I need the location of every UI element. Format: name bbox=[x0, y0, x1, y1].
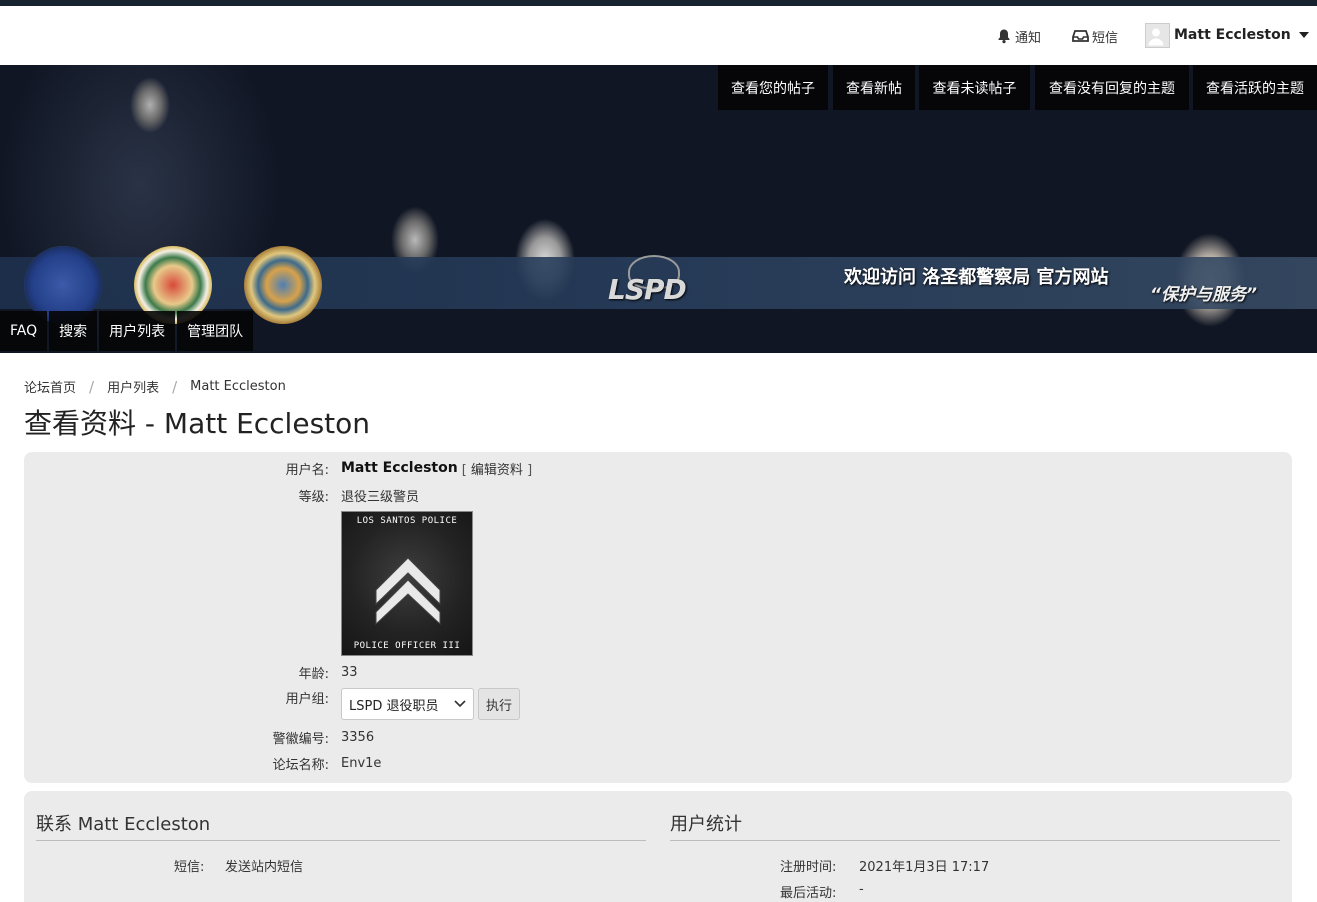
profile-username: Matt Eccleston bbox=[341, 460, 458, 476]
joined-value: 2021年1月3日 17:17 bbox=[859, 860, 990, 875]
row-rank: 等级: 退役三级警员 bbox=[24, 485, 1292, 505]
nav-new-posts[interactable]: 查看新帖 bbox=[833, 65, 915, 110]
pm-label: 短信: bbox=[174, 860, 205, 875]
stats-title: 用户统计 bbox=[670, 814, 742, 835]
stats-divider bbox=[670, 840, 1280, 841]
breadcrumb: 论坛首页 / 用户列表 / Matt Eccleston bbox=[24, 377, 286, 397]
group-select-value: LSPD 退役职员 bbox=[349, 698, 439, 714]
nav-unread-posts[interactable]: 查看未读帖子 bbox=[919, 65, 1030, 110]
forum-name-label: 论坛名称: bbox=[272, 757, 329, 773]
rank-image-bottom-text: POLICE OFFICER III bbox=[353, 641, 461, 651]
breadcrumb-separator: / bbox=[172, 377, 178, 396]
breadcrumb-current[interactable]: Matt Eccleston bbox=[190, 379, 286, 394]
lspd-logo: LSPD bbox=[608, 273, 687, 306]
chevron-down-icon bbox=[454, 700, 466, 708]
rank-value: 退役三级警员 bbox=[341, 489, 420, 505]
execute-button[interactable]: 执行 bbox=[478, 688, 521, 720]
bell-icon bbox=[998, 29, 1010, 44]
avatar bbox=[1145, 22, 1170, 48]
username-label: 用户名: bbox=[285, 462, 329, 478]
edit-profile-wrapper: [ 编辑资料 ] bbox=[462, 459, 532, 478]
age-label: 年龄: bbox=[298, 666, 329, 682]
row-forum-name: 论坛名称: Env1e bbox=[24, 753, 1292, 773]
state-seal-logo bbox=[244, 246, 322, 324]
site-banner: LSPD 欢迎访问 洛圣都警察局 官方网站 “保护与服务” 查看您的帖子 查看新… bbox=[0, 65, 1317, 353]
notifications-label: 通知 bbox=[1015, 30, 1042, 46]
user-silhouette-icon bbox=[1148, 28, 1164, 45]
forum-name-value: Env1e bbox=[341, 755, 382, 771]
username-label: Matt Eccleston bbox=[1174, 27, 1291, 43]
breadcrumb-home[interactable]: 论坛首页 bbox=[24, 377, 76, 396]
nav-search[interactable]: 搜索 bbox=[49, 311, 98, 351]
user-bar: 通知 短信 Matt Eccleston bbox=[0, 6, 1317, 65]
send-pm-link[interactable]: 发送站内短信 bbox=[225, 856, 303, 875]
notifications-link[interactable]: 通知 bbox=[996, 24, 1041, 48]
badge-value: 3356 bbox=[341, 729, 375, 745]
row-badge: 警徽编号: 3356 bbox=[24, 727, 1292, 747]
nav-unanswered-topics[interactable]: 查看没有回复的主题 bbox=[1035, 65, 1189, 110]
chevron-rank-insignia-icon bbox=[375, 557, 441, 626]
breadcrumb-memberlist[interactable]: 用户列表 bbox=[107, 377, 159, 396]
welcome-text: 欢迎访问 洛圣都警察局 官方网站 bbox=[844, 267, 1109, 288]
messages-label: 短信 bbox=[1092, 30, 1119, 46]
row-age: 年龄: 33 bbox=[24, 662, 1292, 682]
group-select[interactable]: LSPD 退役职员 bbox=[341, 688, 474, 720]
last-active-value: - bbox=[859, 882, 864, 897]
last-active-label: 最后活动: bbox=[780, 886, 837, 901]
quick-links: FAQ 搜索 用户列表 管理团队 bbox=[0, 311, 254, 351]
nav-active-topics[interactable]: 查看活跃的主题 bbox=[1193, 65, 1317, 110]
username-value: Matt Eccleston [ 编辑资料 ] bbox=[341, 459, 532, 478]
user-menu[interactable]: Matt Eccleston bbox=[1145, 22, 1309, 48]
nav-faq[interactable]: FAQ bbox=[0, 311, 48, 351]
row-group: 用户组: LSPD 退役职员 执行 bbox=[24, 688, 1292, 720]
nav-memberlist[interactable]: 用户列表 bbox=[99, 311, 176, 351]
edit-bracket-open: [ bbox=[461, 462, 467, 478]
contact-title: 联系 Matt Eccleston bbox=[36, 814, 211, 835]
chevron-down-icon bbox=[1298, 32, 1309, 38]
edit-profile-link[interactable]: 编辑资料 bbox=[471, 463, 523, 478]
nav-team[interactable]: 管理团队 bbox=[177, 311, 254, 351]
contact-divider bbox=[36, 840, 646, 841]
row-username: 用户名: Matt Eccleston [ 编辑资料 ] bbox=[24, 458, 1292, 478]
age-value: 33 bbox=[341, 664, 358, 680]
group-value: LSPD 退役职员 执行 bbox=[341, 688, 521, 720]
profile-panel: 用户名: Matt Eccleston [ 编辑资料 ] 等级: 退役三级警员 … bbox=[24, 452, 1292, 783]
badge-label: 警徽编号: bbox=[272, 731, 329, 747]
group-label: 用户组: bbox=[285, 692, 329, 707]
inbox-icon bbox=[1072, 30, 1089, 42]
breadcrumb-separator: / bbox=[89, 377, 95, 396]
contact-stats-panel: 联系 Matt Eccleston 短信: 发送站内短信 用户统计 注册时间: … bbox=[24, 791, 1292, 902]
joined-label: 注册时间: bbox=[780, 860, 837, 875]
edit-bracket-close: ] bbox=[527, 462, 533, 478]
rank-label: 等级: bbox=[298, 489, 329, 505]
page-title: 查看资料 - Matt Eccleston bbox=[24, 407, 371, 440]
motto-text: “保护与服务” bbox=[1150, 285, 1257, 305]
rank-image: LOS SANTOS POLICE POLICE OFFICER III bbox=[341, 511, 473, 656]
messages-link[interactable]: 短信 bbox=[1072, 24, 1118, 48]
nav-your-posts[interactable]: 查看您的帖子 bbox=[718, 65, 828, 110]
